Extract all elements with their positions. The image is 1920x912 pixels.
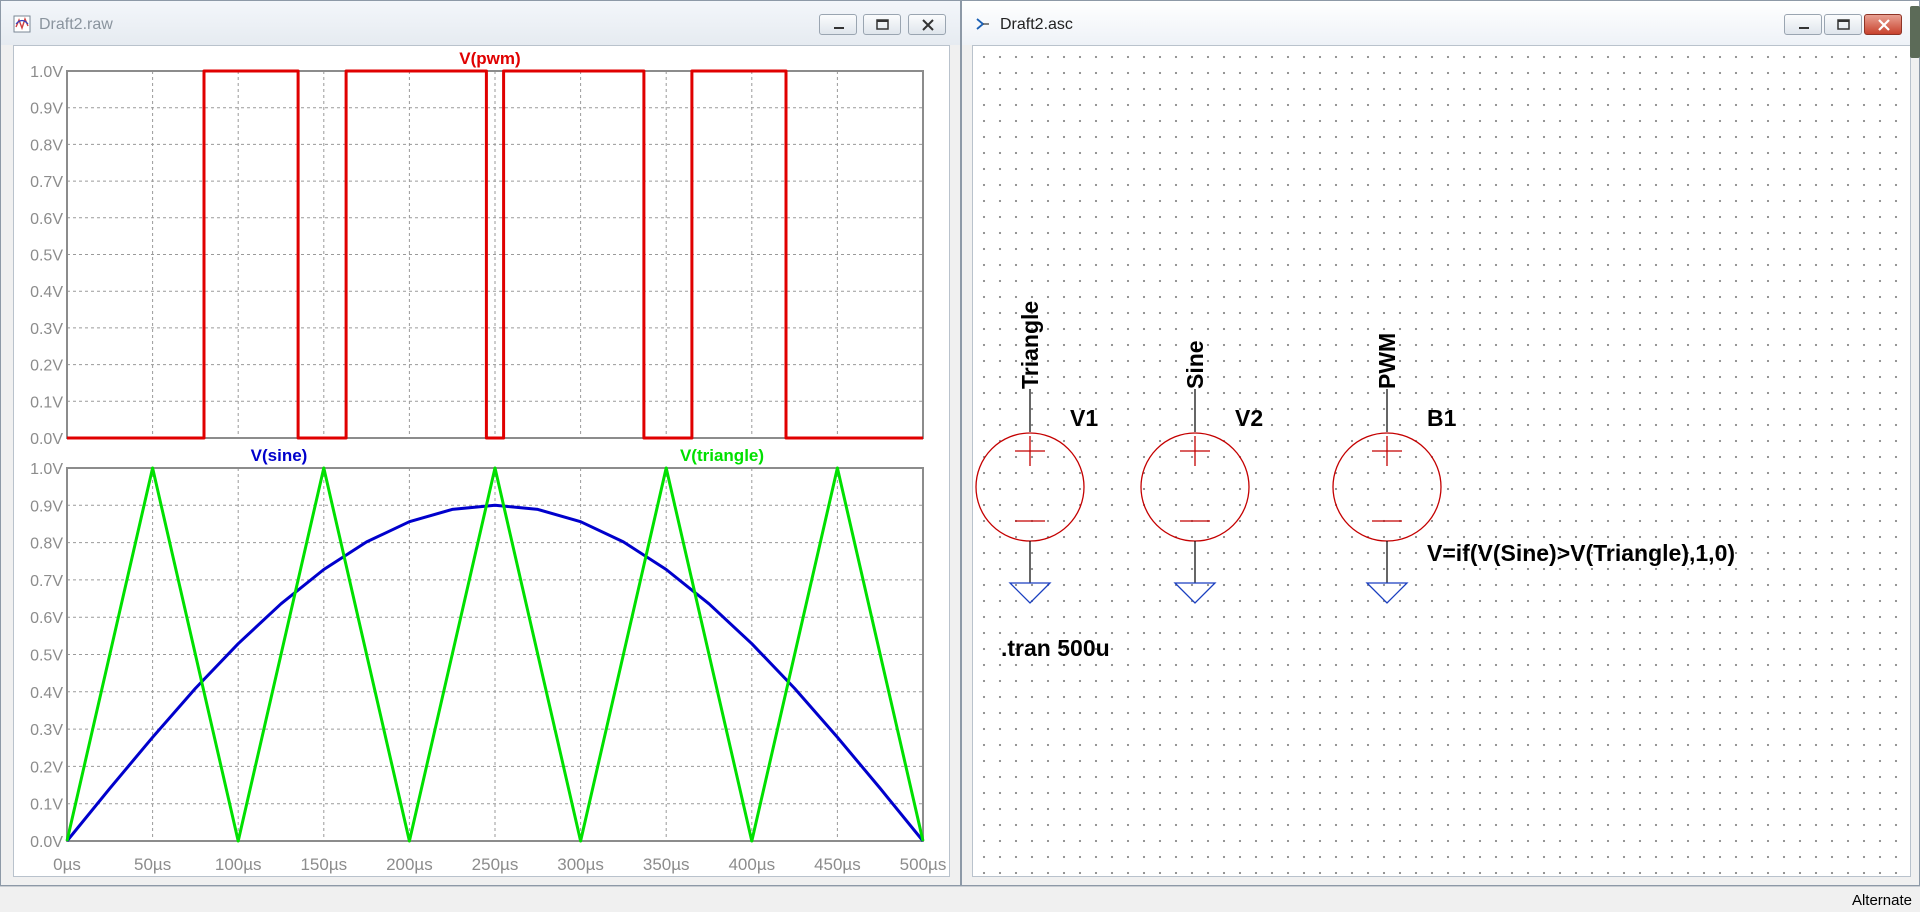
ground-icon	[1008, 582, 1052, 604]
close-button[interactable]	[908, 14, 946, 35]
x-tick-label: 50µs	[134, 855, 171, 874]
restore-button[interactable]	[1824, 14, 1862, 35]
spice-directive[interactable]: .tran 500u	[1001, 635, 1110, 661]
ref-label-v2: V2	[1235, 405, 1263, 431]
y-tick-label: 0.1V	[30, 394, 63, 411]
y-tick-label: 1.0V	[30, 64, 63, 81]
y-tick-label: 0.2V	[30, 358, 63, 375]
x-tick-label: 100µs	[215, 855, 262, 874]
restore-button[interactable]	[863, 14, 901, 35]
voltage-source-v2[interactable]: Sine V2	[1140, 340, 1263, 604]
x-tick-label: 250µs	[472, 855, 519, 874]
y-tick-label: 0.7V	[30, 174, 63, 191]
minimize-button[interactable]	[819, 14, 857, 35]
window-edge-grip[interactable]	[1910, 6, 1920, 58]
waveform-plot[interactable]: 0.0V 0.1V 0.2V 0.3V 0.4V 0.5V 0.6V 0.7V 0.8V 0.9V…	[14, 46, 951, 878]
schematic-window[interactable]: Draft2.asc Triangle V1 Sine V2 PWM B1 V=…	[961, 0, 1920, 886]
y-tick-label: 0.4V	[30, 685, 63, 702]
y-tick-label: 0.4V	[30, 284, 63, 301]
waveform-window-title: Draft2.raw	[39, 16, 113, 33]
net-label-pwm: PWM	[1374, 333, 1400, 389]
y-tick-label: 0.3V	[30, 722, 63, 739]
y-tick-label: 0.1V	[30, 797, 63, 814]
x-tick-label: 300µs	[557, 855, 604, 874]
trace-label[interactable]: V(triangle)	[680, 446, 764, 465]
schematic-window-titlebar[interactable]: Draft2.asc	[962, 1, 1919, 45]
y-tick-label: 0.2V	[30, 759, 63, 776]
net-label-sine: Sine	[1182, 340, 1208, 389]
minimize-icon	[1799, 27, 1809, 29]
restore-icon	[876, 19, 889, 30]
schematic-canvas[interactable]: Triangle V1 Sine V2 PWM B1 V=if(V(Sine)>…	[972, 45, 1911, 877]
x-tick-label: 450µs	[814, 855, 861, 874]
close-icon	[1878, 19, 1890, 31]
waveform-plot-area[interactable]: 0.0V 0.1V 0.2V 0.3V 0.4V 0.5V 0.6V 0.7V 0.8V 0.9V…	[13, 45, 950, 877]
y-tick-label: 0.9V	[30, 101, 63, 118]
y-tick-label: 1.0V	[30, 461, 63, 478]
x-tick-label: 400µs	[728, 855, 775, 874]
minimize-icon	[834, 27, 844, 29]
trace-label[interactable]: V(pwm)	[459, 49, 520, 68]
x-tick-label: 200µs	[386, 855, 433, 874]
net-label-triangle: Triangle	[1017, 301, 1043, 389]
y-tick-label: 0.5V	[30, 248, 63, 265]
x-tick-label: 0µs	[53, 855, 81, 874]
b1-expression[interactable]: V=if(V(Sine)>V(Triangle),1,0)	[1427, 540, 1735, 566]
ref-label-v1: V1	[1070, 405, 1098, 431]
waveform-window-titlebar[interactable]: Draft2.raw	[1, 1, 960, 45]
y-tick-label: 0.0V	[30, 834, 63, 851]
schematic-drawing[interactable]: Triangle V1 Sine V2 PWM B1 V=if(V(Sine)>…	[973, 46, 1912, 878]
voltage-source-v1[interactable]: Triangle V1	[975, 301, 1098, 604]
y-tick-label: 0.6V	[30, 211, 63, 228]
x-tick-label: 500µs	[900, 855, 947, 874]
status-text: Alternate	[1851, 892, 1912, 909]
ground-icon	[1173, 582, 1217, 604]
waveform-icon	[13, 15, 31, 33]
ref-label-b1: B1	[1427, 405, 1457, 431]
x-tick-label: 350µs	[643, 855, 690, 874]
y-tick-label: 0.8V	[30, 536, 63, 553]
behavioral-source-b1[interactable]: PWM B1 V=if(V(Sine)>V(Triangle),1,0)	[1332, 333, 1735, 604]
status-bar: Alternate	[0, 886, 1920, 912]
y-tick-label: 0.7V	[30, 573, 63, 590]
minimize-button[interactable]	[1784, 14, 1822, 35]
ground-icon	[1365, 582, 1409, 604]
schematic-window-title: Draft2.asc	[1000, 16, 1073, 33]
y-tick-label: 0.3V	[30, 321, 63, 338]
close-button[interactable]	[1864, 14, 1902, 35]
y-tick-label: 0.6V	[30, 610, 63, 627]
waveform-window[interactable]: Draft2.raw 0.0V 0.1V 0.2V 0.3V 0.4V 0.5V 0.6V 0…	[0, 0, 961, 886]
y-tick-label: 0.0V	[30, 431, 63, 448]
schematic-icon	[976, 18, 989, 30]
restore-icon	[1837, 19, 1850, 30]
y-tick-label: 0.9V	[30, 498, 63, 515]
y-tick-label: 0.5V	[30, 648, 63, 665]
y-tick-label: 0.8V	[30, 137, 63, 154]
x-tick-label: 150µs	[300, 855, 347, 874]
close-icon	[922, 19, 934, 31]
trace-label[interactable]: V(sine)	[251, 446, 308, 465]
